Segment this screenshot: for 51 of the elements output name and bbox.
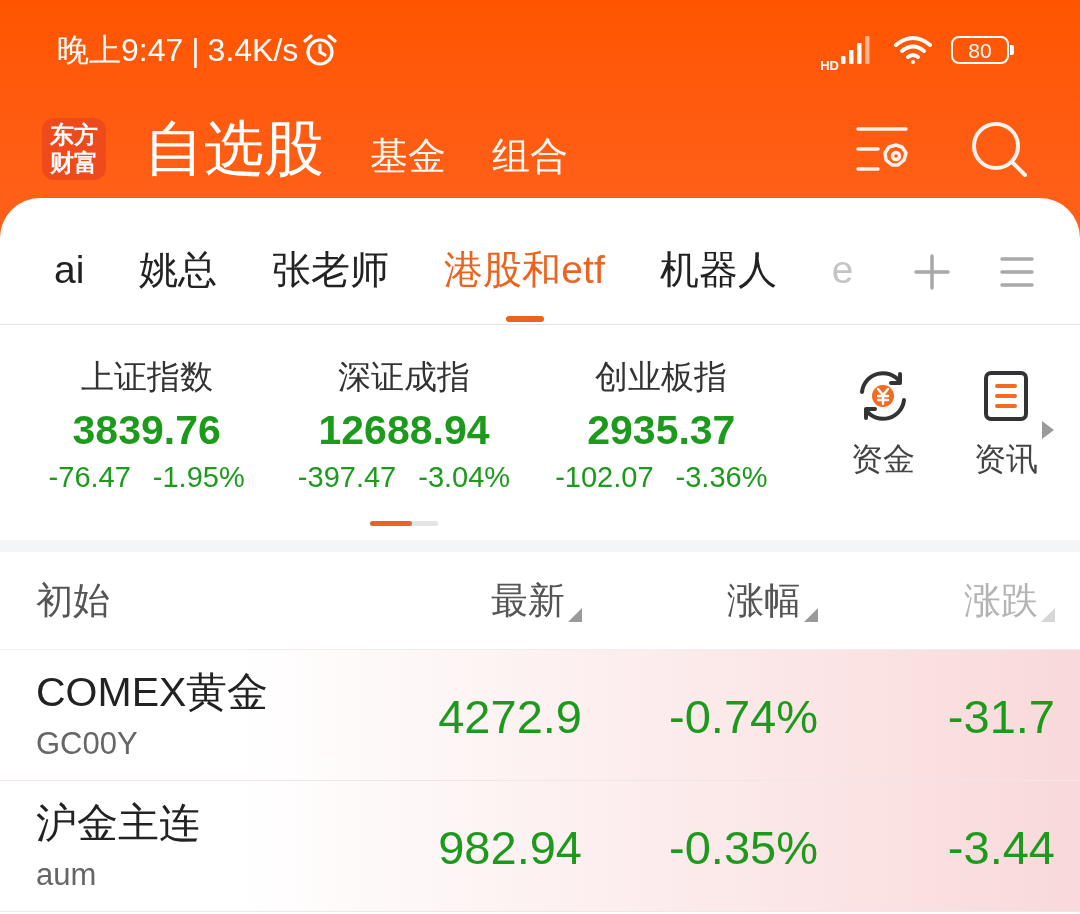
stock-code: aum <box>36 856 98 894</box>
more-arrow-icon[interactable] <box>1042 421 1054 439</box>
index-change: -76.47 <box>48 460 131 495</box>
stock-code: GC00Y <box>36 725 139 763</box>
group-tab[interactable]: 张老师 <box>272 246 390 294</box>
change-percent: -0.74% <box>669 689 818 745</box>
index-name: 上证指数 <box>80 357 213 397</box>
index-value: 12688.94 <box>318 406 490 455</box>
quick-entry-button[interactable]: 资讯 <box>966 369 1046 479</box>
stock-row[interactable]: COMEX黄金 GC00Y 4272.9 -0.74% -31.7 <box>0 650 1080 781</box>
add-tab-icon[interactable] <box>914 254 950 290</box>
index-change: -102.07 <box>555 460 654 495</box>
latest-price: 982.94 <box>438 820 582 876</box>
index-percent: -1.95% <box>152 460 245 495</box>
battery-indicator: 80 <box>951 36 1014 64</box>
index-percent: -3.36% <box>675 460 768 495</box>
stock-name: COMEX黄金 <box>36 668 270 716</box>
stock-name: 沪金主连 <box>36 799 201 847</box>
quick-entry-button[interactable]: 资金 <box>843 369 923 479</box>
search-icon[interactable] <box>970 120 1028 178</box>
column-header[interactable]: 初始 <box>36 577 110 624</box>
document-icon <box>984 371 1028 421</box>
group-tab[interactable]: ai <box>54 246 85 294</box>
network-speed: 3.4K/s <box>207 31 299 70</box>
index-value: 3839.76 <box>72 406 221 455</box>
index-name: 创业板指 <box>595 357 728 397</box>
column-header[interactable]: 最新 <box>491 577 582 624</box>
signal-icon <box>841 36 871 64</box>
change-amount: -31.7 <box>947 689 1055 745</box>
sort-icon <box>804 607 818 622</box>
change-percent: -0.35% <box>669 820 818 876</box>
sort-icon <box>1041 607 1055 622</box>
index-change: -397.47 <box>297 460 397 495</box>
wifi-icon <box>893 35 933 65</box>
status-separator: | <box>191 31 200 70</box>
group-tab[interactable]: 姚总 <box>139 246 218 294</box>
index-percent: -3.04% <box>418 460 511 495</box>
sort-icon <box>568 607 582 622</box>
latest-price: 4272.9 <box>438 689 582 745</box>
alarm-clock-icon <box>302 33 339 67</box>
index-name: 深证成指 <box>338 357 470 397</box>
column-header[interactable]: 涨幅 <box>727 577 818 624</box>
status-time: 晚上9:47 <box>57 31 184 70</box>
menu-icon[interactable] <box>1000 257 1034 287</box>
group-tab[interactable]: 机器人 <box>659 246 777 294</box>
change-amount: -3.44 <box>947 820 1055 876</box>
scroll-indicator <box>370 521 438 526</box>
brand-logo: 东方财富 <box>42 118 106 180</box>
stock-row[interactable]: 沪金主连 aum 982.94 -0.35% -3.44 <box>0 781 1080 912</box>
index-value: 2935.37 <box>587 406 736 455</box>
network-type-label: HD <box>820 58 839 72</box>
